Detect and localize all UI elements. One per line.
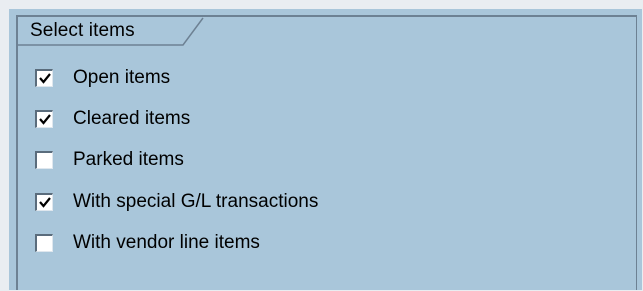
checkbox-box[interactable] <box>35 151 53 169</box>
checkmark-icon <box>38 197 51 208</box>
group-title-tab: Select items <box>18 17 204 46</box>
checkbox-cleared-items[interactable]: Cleared items <box>35 108 190 130</box>
group-title: Select items <box>30 20 135 41</box>
checkmark-icon <box>38 114 51 125</box>
checkbox-label: With special G/L transactions <box>73 191 319 212</box>
checkbox-open-items[interactable]: Open items <box>35 67 170 89</box>
checkbox-label: Open items <box>73 67 171 88</box>
checkbox-parked-items[interactable]: Parked items <box>35 149 184 171</box>
checkbox-label: With vendor line items <box>73 232 260 253</box>
checkbox-box[interactable] <box>35 234 53 252</box>
checkbox-label: Parked items <box>73 149 184 170</box>
checkbox-special-gl-transactions[interactable]: With special G/L transactions <box>35 191 318 213</box>
checkmark-icon <box>38 73 51 84</box>
checkbox-box[interactable] <box>35 193 53 211</box>
checkbox-vendor-line-items[interactable]: With vendor line items <box>35 232 260 254</box>
checkbox-label: Cleared items <box>73 108 191 129</box>
checkbox-box[interactable] <box>35 69 53 87</box>
window-frame: Select items Open items Cleared items Pa… <box>0 0 643 291</box>
checkbox-box[interactable] <box>35 110 53 128</box>
